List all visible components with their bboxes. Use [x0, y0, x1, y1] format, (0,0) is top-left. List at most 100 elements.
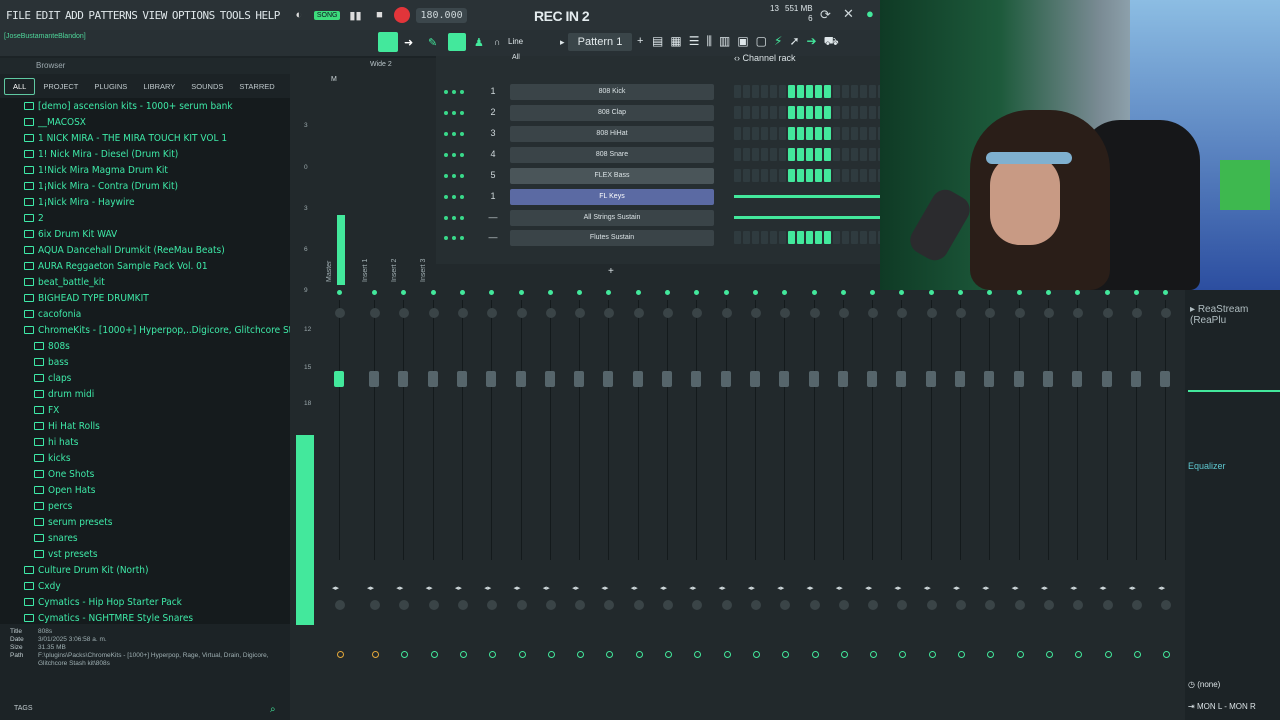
- channel-mixer-track[interactable]: 4: [487, 149, 499, 159]
- mixer-route-dot[interactable]: [928, 290, 934, 295]
- mixer-pan-knob[interactable]: [1102, 308, 1113, 318]
- mixer-route-dot[interactable]: [459, 290, 465, 295]
- channel-led[interactable]: [460, 195, 464, 199]
- playlist-view-icon[interactable]: [378, 32, 398, 52]
- step-button[interactable]: [743, 231, 750, 244]
- step-button[interactable]: [824, 231, 831, 244]
- mixer-volume-fader[interactable]: [632, 371, 643, 387]
- step-button[interactable]: [851, 231, 858, 244]
- pattern-song-toggle-icon[interactable]: ◐: [290, 6, 308, 24]
- mixer-send-ring[interactable]: [337, 651, 344, 658]
- plugin-db-icon[interactable]: ▢: [756, 34, 767, 50]
- mixer-swap-icon[interactable]: ◂▸: [660, 584, 667, 592]
- channel-name-button[interactable]: FL Keys: [510, 189, 714, 205]
- menu-help[interactable]: HELP: [255, 9, 280, 22]
- step-button[interactable]: [842, 231, 849, 244]
- channel-led[interactable]: [460, 153, 464, 157]
- mixer-swap-icon[interactable]: ◂▸: [1158, 584, 1165, 592]
- browser-folder-item[interactable]: Open Hats: [0, 482, 290, 498]
- mixer-swap-icon[interactable]: ◂▸: [1100, 584, 1107, 592]
- pattern-selector[interactable]: Pattern 1: [568, 33, 632, 51]
- piano-roll-icon[interactable]: ▦: [670, 34, 681, 50]
- pattern-prev-icon[interactable]: ▸: [560, 37, 565, 48]
- step-button[interactable]: [770, 127, 777, 140]
- browser-folder-item[interactable]: claps: [0, 370, 290, 386]
- step-button[interactable]: [815, 231, 822, 244]
- mixer-swap-icon[interactable]: ◂▸: [894, 584, 901, 592]
- mixer-volume-fader[interactable]: [1013, 371, 1024, 387]
- channel-led[interactable]: [452, 195, 456, 199]
- step-button[interactable]: [833, 231, 840, 244]
- channel-mixer-track[interactable]: 5: [487, 170, 499, 180]
- channel-filter[interactable]: All: [512, 54, 520, 61]
- step-button[interactable]: [734, 127, 741, 140]
- browser-folder-item[interactable]: percs: [0, 498, 290, 514]
- step-button[interactable]: [761, 106, 768, 119]
- channel-mute-leds[interactable]: [444, 236, 484, 240]
- plugin-slot[interactable]: ▸ ReaStream (ReaPlu: [1190, 304, 1280, 326]
- mixer-pan-knob[interactable]: [750, 308, 761, 318]
- step-button[interactable]: [833, 169, 840, 182]
- browser-tab-sounds[interactable]: SOUNDS: [183, 79, 231, 94]
- step-button[interactable]: [779, 106, 786, 119]
- step-button[interactable]: [842, 106, 849, 119]
- menu-edit[interactable]: EDIT: [36, 9, 61, 22]
- mixer-stereo-knob[interactable]: [750, 600, 761, 610]
- mixer-swap-icon[interactable]: ◂▸: [1041, 584, 1048, 592]
- mixer-pan-knob[interactable]: [428, 308, 439, 318]
- channel-mute-leds[interactable]: [444, 174, 484, 178]
- tempo-display[interactable]: 180.000: [416, 7, 467, 23]
- mixer-volume-fader[interactable]: [662, 371, 672, 387]
- mixer-route-dot[interactable]: [518, 290, 524, 295]
- step-button[interactable]: [851, 85, 858, 98]
- mixer-route-dot[interactable]: [1133, 290, 1139, 295]
- step-button[interactable]: [860, 127, 867, 140]
- browser-folder-item[interactable]: 2: [0, 210, 290, 226]
- step-button[interactable]: [842, 127, 849, 140]
- browser-folder-item[interactable]: drum midi: [0, 386, 290, 402]
- mixer-volume-fader[interactable]: [1160, 371, 1171, 387]
- channel-led[interactable]: [452, 90, 456, 94]
- mixer-send-ring[interactable]: [635, 651, 643, 658]
- step-button[interactable]: [806, 231, 813, 244]
- mixer-stereo-knob[interactable]: [428, 600, 439, 610]
- channel-name-button[interactable]: 808 Clap: [510, 105, 714, 121]
- mixer-swap-icon[interactable]: ◂▸: [426, 584, 433, 592]
- channel-name-button[interactable]: 808 Kick: [510, 84, 714, 100]
- channel-led[interactable]: [460, 111, 464, 115]
- step-button[interactable]: [743, 169, 750, 182]
- step-button[interactable]: [752, 148, 759, 161]
- search-icon[interactable]: ⌕: [270, 704, 276, 715]
- channel-piano-roll-preview[interactable]: [734, 195, 880, 198]
- step-button[interactable]: [842, 169, 849, 182]
- step-button[interactable]: [797, 85, 804, 98]
- channel-led[interactable]: [460, 236, 464, 240]
- step-button[interactable]: [797, 148, 804, 161]
- mixer-send-ring[interactable]: [1016, 651, 1024, 658]
- step-button[interactable]: [833, 106, 840, 119]
- song-mode-badge[interactable]: SONG: [313, 10, 341, 20]
- browser-tab-project[interactable]: PROJECT: [35, 79, 86, 94]
- step-button[interactable]: [752, 106, 759, 119]
- mixer-stereo-knob[interactable]: [1131, 600, 1142, 610]
- step-button[interactable]: [752, 127, 759, 140]
- mixer-stereo-knob[interactable]: [633, 600, 644, 610]
- magnet-icon[interactable]: ∩: [494, 37, 500, 47]
- mixer-swap-icon[interactable]: ◂▸: [1070, 584, 1077, 592]
- mixer-pan-knob[interactable]: [1014, 308, 1025, 318]
- browser-tags-label[interactable]: TAGS: [14, 705, 33, 712]
- step-button[interactable]: [806, 148, 813, 161]
- mixer-stereo-knob[interactable]: [663, 600, 673, 610]
- mixer-send-ring[interactable]: [372, 651, 379, 658]
- step-button[interactable]: [761, 85, 768, 98]
- mixer-volume-fader[interactable]: [456, 371, 467, 387]
- mixer-volume-fader[interactable]: [691, 371, 702, 387]
- step-button[interactable]: [734, 169, 741, 182]
- browser-folder-item[interactable]: kicks: [0, 450, 290, 466]
- mixer-send-ring[interactable]: [547, 651, 555, 658]
- link-tool-icon[interactable]: [448, 33, 466, 51]
- mixer-swap-icon[interactable]: ◂▸: [982, 584, 989, 592]
- mixer-stereo-knob[interactable]: [516, 600, 527, 610]
- mixer-swap-icon[interactable]: ◂▸: [543, 584, 550, 592]
- menu-tools[interactable]: TOOLS: [220, 9, 251, 22]
